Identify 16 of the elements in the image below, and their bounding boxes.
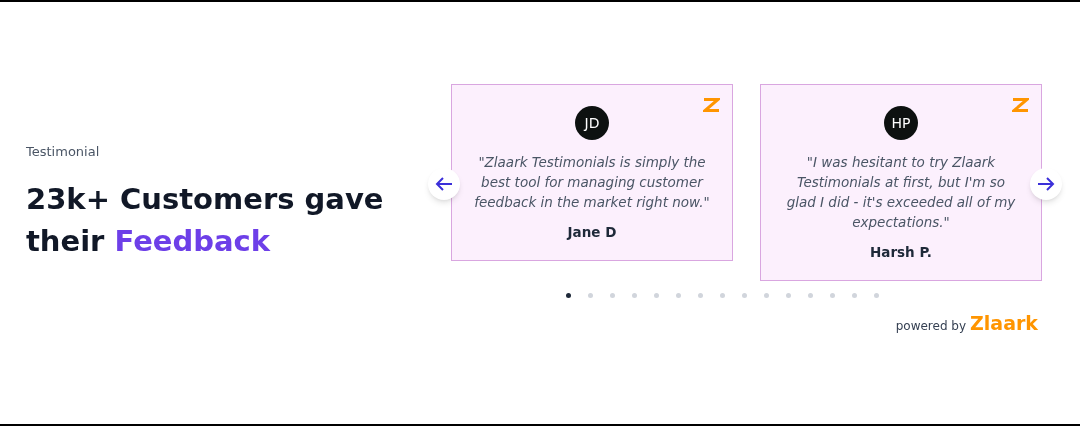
eyebrow-text: Testimonial [26,143,101,161]
powered-by-text: powered by [895,318,967,336]
z-logo-icon [703,98,720,112]
avatar: JD [575,106,609,140]
previous-button[interactable] [428,168,460,200]
author-name: Jane D [567,223,617,242]
avatar: HP [884,106,918,140]
testimonial-quote: "Zlaark Testimonials is simply the best tool for managing customer feedback in the market right now." [474,153,710,212]
arrow-right-icon [1037,177,1055,191]
section-heading: 23k+ Customers gave their Feedback [26,180,385,260]
z-logo-icon [1012,98,1029,112]
next-button[interactable] [1030,168,1062,200]
author-name: Harsh P. [870,243,932,262]
arrow-left-icon [435,177,453,191]
testimonial-quote: "I was hesitant to try Zlaark Testimonials at first, but I'm so glad I did - it's exceeded all of my expectations." [785,153,1017,232]
brand-logo[interactable]: Zlaark [970,309,1038,338]
